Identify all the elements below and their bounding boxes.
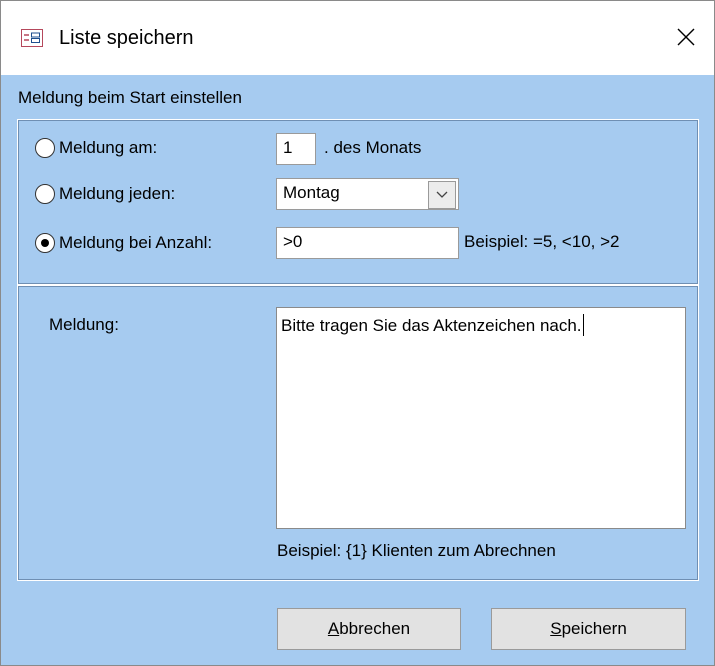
- section-heading: Meldung beim Start einstellen: [18, 88, 242, 107]
- cancel-button-label: bbrechen: [339, 619, 411, 638]
- dialog-window: Liste speichern Meldung beim Start einst…: [0, 0, 715, 666]
- radio-label-monthly: Meldung am:: [59, 138, 158, 157]
- radio-option-count[interactable]: Meldung bei Anzahl:: [35, 230, 212, 256]
- cancel-button[interactable]: Abbrechen: [277, 608, 461, 650]
- form-icon: [21, 29, 43, 47]
- close-button[interactable]: [665, 19, 707, 59]
- day-of-month-suffix: . des Monats: [324, 138, 422, 157]
- cancel-button-accelerator: A: [327, 619, 340, 638]
- radio-option-monthly[interactable]: Meldung am:: [35, 135, 157, 161]
- message-textarea[interactable]: Bitte tragen Sie das Aktenzeichen nach.: [276, 307, 686, 529]
- radio-label-weekly: Meldung jeden:: [59, 184, 176, 203]
- save-button[interactable]: Speichern: [491, 608, 686, 650]
- window-title: Liste speichern: [59, 27, 194, 49]
- message-label: Meldung:: [49, 315, 119, 334]
- save-button-accelerator: S: [550, 619, 562, 638]
- radio-weekly[interactable]: [35, 184, 55, 204]
- radio-label-count: Meldung bei Anzahl:: [59, 233, 213, 252]
- day-of-month-input[interactable]: 1: [276, 133, 316, 165]
- count-example-hint: Beispiel: =5, <10, >2: [464, 232, 620, 251]
- message-text: Bitte tragen Sie das Aktenzeichen nach.: [281, 316, 582, 335]
- weekday-select[interactable]: Montag: [276, 178, 459, 210]
- radio-count[interactable]: [35, 233, 55, 253]
- save-button-label: peichern: [561, 619, 627, 638]
- text-caret: [582, 314, 584, 336]
- message-example-hint: Beispiel: {1} Klienten zum Abrechnen: [277, 541, 556, 560]
- radio-option-weekly[interactable]: Meldung jeden:: [35, 181, 175, 207]
- radio-monthly[interactable]: [35, 138, 55, 158]
- weekday-select-value: Montag: [283, 183, 340, 202]
- count-condition-input[interactable]: >0: [276, 227, 459, 259]
- close-icon: [677, 28, 695, 51]
- title-bar: Liste speichern: [1, 1, 714, 75]
- chevron-down-icon[interactable]: [428, 181, 456, 209]
